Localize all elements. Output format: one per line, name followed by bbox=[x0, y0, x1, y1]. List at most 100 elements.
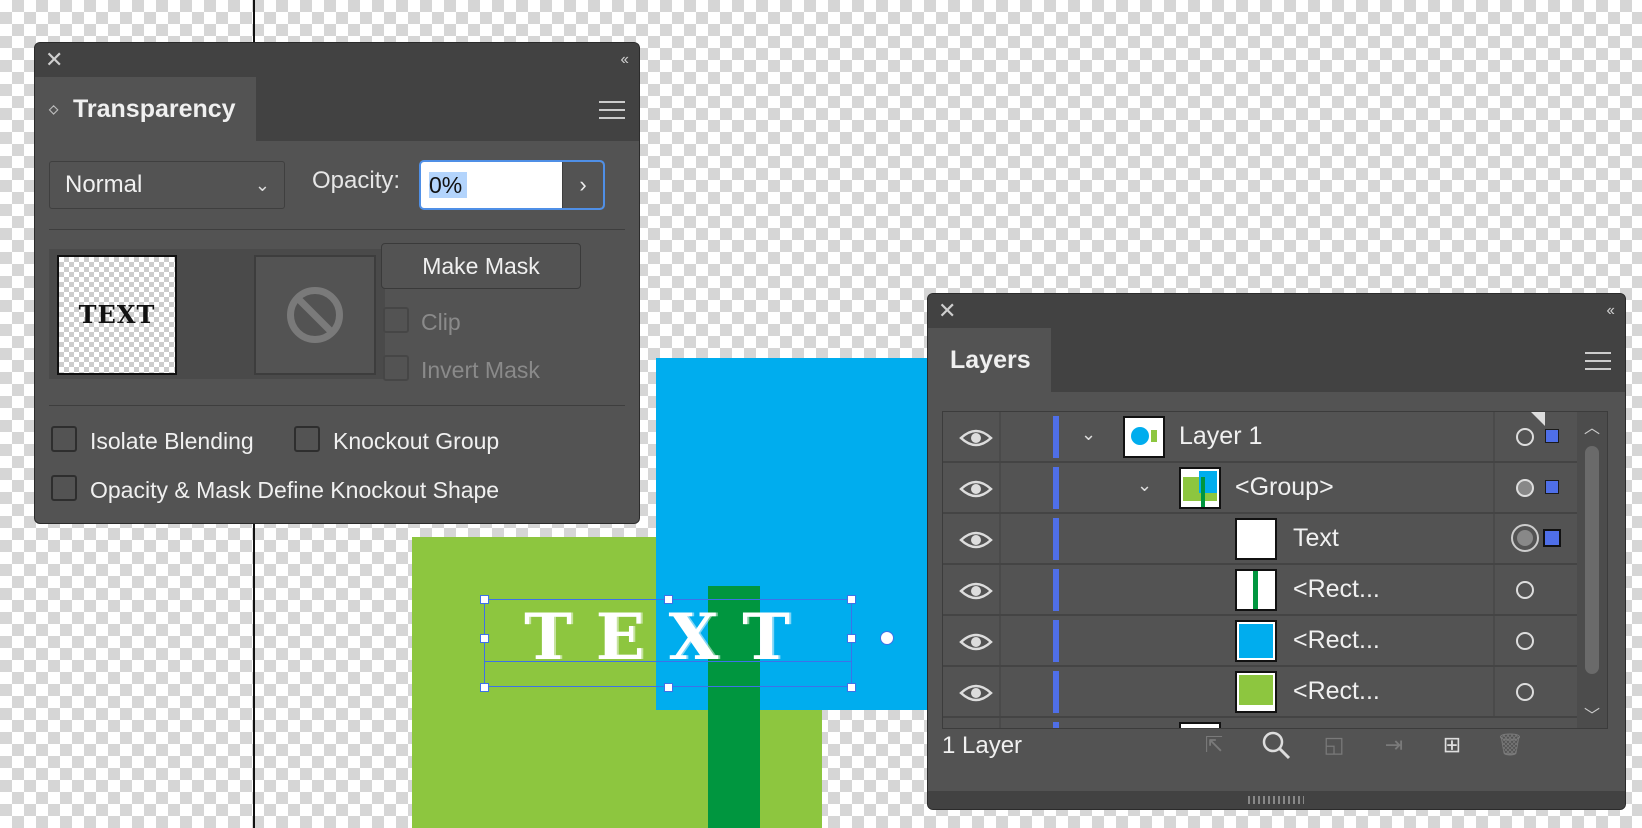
layer-row[interactable]: Text bbox=[943, 514, 1577, 565]
selection-indicator[interactable] bbox=[1543, 529, 1561, 547]
layer-row[interactable]: ⌄ <Group> bbox=[943, 463, 1577, 514]
layer-row[interactable]: <Rect... bbox=[943, 616, 1577, 667]
layer-name[interactable]: <Rect... bbox=[1293, 626, 1380, 655]
layer-name[interactable]: Layer 1 bbox=[1179, 422, 1262, 451]
column-separator bbox=[1493, 667, 1495, 716]
layer-count: 1 Layer bbox=[942, 732, 1023, 759]
make-mask-button[interactable]: Make Mask bbox=[381, 243, 581, 289]
layer-color-bar bbox=[1053, 416, 1059, 458]
search-icon[interactable] bbox=[1256, 725, 1296, 765]
scroll-thumb[interactable] bbox=[1585, 446, 1599, 674]
target-icon[interactable] bbox=[1511, 524, 1539, 552]
layer-name[interactable]: Text bbox=[1293, 524, 1339, 553]
column-separator bbox=[1493, 616, 1495, 665]
chevron-right-icon[interactable]: › bbox=[562, 162, 603, 208]
layer-row[interactable]: <Rect... bbox=[943, 565, 1577, 616]
selection-handle-bottom-middle[interactable] bbox=[664, 683, 673, 692]
selection-baseline bbox=[484, 661, 852, 662]
layer-thumbnail bbox=[1123, 416, 1165, 458]
divider bbox=[49, 405, 625, 406]
clip-checkbox[interactable] bbox=[383, 307, 409, 333]
grip-icon bbox=[1248, 796, 1304, 804]
current-layer-indicator bbox=[1531, 412, 1545, 426]
layer-name[interactable]: <Rect... bbox=[1293, 677, 1380, 706]
selection-handle-middle-left[interactable] bbox=[480, 634, 489, 643]
opacity-field[interactable]: › bbox=[419, 160, 605, 210]
layer-row[interactable]: ⌄ Layer 1 bbox=[943, 412, 1577, 463]
trash-icon[interactable]: 🗑 bbox=[1490, 725, 1530, 765]
eye-icon[interactable] bbox=[959, 632, 993, 652]
opacity-mask-knockout-checkbox[interactable] bbox=[51, 475, 77, 501]
tab-transparency[interactable]: ◇ Transparency bbox=[35, 77, 256, 141]
text-thumbnail bbox=[1235, 518, 1277, 560]
eye-icon[interactable] bbox=[959, 683, 993, 703]
eye-icon[interactable] bbox=[959, 479, 993, 499]
selection-handle-middle-right[interactable] bbox=[847, 634, 856, 643]
chevron-down-icon[interactable]: ⌄ bbox=[1081, 424, 1096, 445]
tab-layers[interactable]: Layers bbox=[928, 328, 1051, 392]
column-separator bbox=[999, 463, 1001, 512]
collect-for-export-icon[interactable]: ⇱ bbox=[1194, 725, 1234, 765]
tab-options-icon[interactable]: ◇ bbox=[49, 77, 58, 141]
panel-menu-icon[interactable] bbox=[1585, 352, 1611, 370]
eye-icon[interactable] bbox=[959, 428, 993, 448]
tab-label: Transparency bbox=[73, 95, 236, 123]
selection-bounding-box[interactable] bbox=[484, 599, 852, 687]
panel-titlebar[interactable]: ✕ ‹‹ bbox=[35, 43, 639, 77]
opacity-input[interactable] bbox=[421, 162, 567, 208]
mask-thumbnail[interactable] bbox=[254, 255, 376, 375]
new-sublayer-icon[interactable]: ⇥ bbox=[1374, 725, 1414, 765]
column-separator bbox=[999, 667, 1001, 716]
target-icon[interactable] bbox=[1516, 632, 1534, 650]
panel-titlebar[interactable]: ✕ ‹‹ bbox=[928, 294, 1625, 328]
isolate-blending-checkbox[interactable] bbox=[51, 426, 77, 452]
selection-handle-top-right[interactable] bbox=[847, 595, 856, 604]
panel-menu-icon[interactable] bbox=[599, 101, 625, 119]
blend-mode-select[interactable]: Normal ⌄ bbox=[49, 161, 285, 209]
layers-scrollbar[interactable]: ︿ ﹀ bbox=[1577, 412, 1607, 728]
close-icon[interactable]: ✕ bbox=[45, 48, 63, 72]
selection-handle-top-left[interactable] bbox=[480, 595, 489, 604]
object-thumbnail[interactable]: TEXT bbox=[57, 255, 177, 375]
target-icon[interactable] bbox=[1516, 683, 1534, 701]
selection-handle-top-middle[interactable] bbox=[664, 595, 673, 604]
make-clipping-mask-icon[interactable]: ◱ bbox=[1314, 725, 1354, 765]
knockout-group-checkbox[interactable] bbox=[294, 426, 320, 452]
close-icon[interactable]: ✕ bbox=[938, 299, 956, 323]
collapse-icon[interactable]: ‹‹ bbox=[620, 48, 629, 72]
blend-mode-value: Normal bbox=[65, 171, 143, 198]
text-threading-port[interactable] bbox=[880, 631, 894, 645]
panel-resize-grip[interactable] bbox=[928, 791, 1625, 809]
invert-mask-label: Invert Mask bbox=[421, 357, 540, 383]
chevron-down-icon[interactable]: ﹀ bbox=[1577, 702, 1607, 726]
layer-row[interactable]: <Rect... bbox=[943, 667, 1577, 718]
chevron-down-icon[interactable]: ⌄ bbox=[1137, 475, 1152, 496]
layers-panel: ✕ ‹‹ Layers ⌄ Layer 1 ⌄ <Group> Text <Re… bbox=[927, 293, 1626, 810]
collapse-icon[interactable]: ‹‹ bbox=[1606, 299, 1615, 323]
target-icon[interactable] bbox=[1516, 479, 1534, 497]
selection-indicator[interactable] bbox=[1545, 429, 1559, 443]
selection-indicator[interactable] bbox=[1545, 480, 1559, 494]
selection-handle-bottom-left[interactable] bbox=[480, 683, 489, 692]
chevron-up-icon[interactable]: ︿ bbox=[1577, 414, 1607, 438]
opacity-label: Opacity: bbox=[312, 167, 401, 194]
rectangle-thumbnail bbox=[1235, 569, 1277, 611]
layer-color-bar bbox=[1053, 569, 1059, 611]
target-icon[interactable] bbox=[1516, 428, 1534, 446]
knockout-group-label: Knockout Group bbox=[333, 428, 500, 454]
eye-icon[interactable] bbox=[959, 530, 993, 550]
target-icon[interactable] bbox=[1516, 581, 1534, 599]
selection-handle-bottom-right[interactable] bbox=[847, 683, 856, 692]
eye-icon[interactable] bbox=[959, 581, 993, 601]
layer-name[interactable]: <Rect... bbox=[1293, 575, 1380, 604]
opacity-mask-knockout-label: Opacity & Mask Define Knockout Shape bbox=[90, 477, 500, 503]
panel-tabbar: Layers bbox=[928, 328, 1625, 392]
layer-color-bar bbox=[1053, 671, 1059, 713]
invert-mask-checkbox[interactable] bbox=[383, 355, 409, 381]
column-separator bbox=[999, 565, 1001, 614]
column-separator bbox=[1493, 412, 1495, 461]
layer-color-bar bbox=[1053, 722, 1059, 728]
new-layer-icon[interactable]: ⊞ bbox=[1432, 725, 1472, 765]
chevron-down-icon: ⌄ bbox=[254, 175, 270, 195]
layer-name[interactable]: <Group> bbox=[1235, 473, 1334, 502]
